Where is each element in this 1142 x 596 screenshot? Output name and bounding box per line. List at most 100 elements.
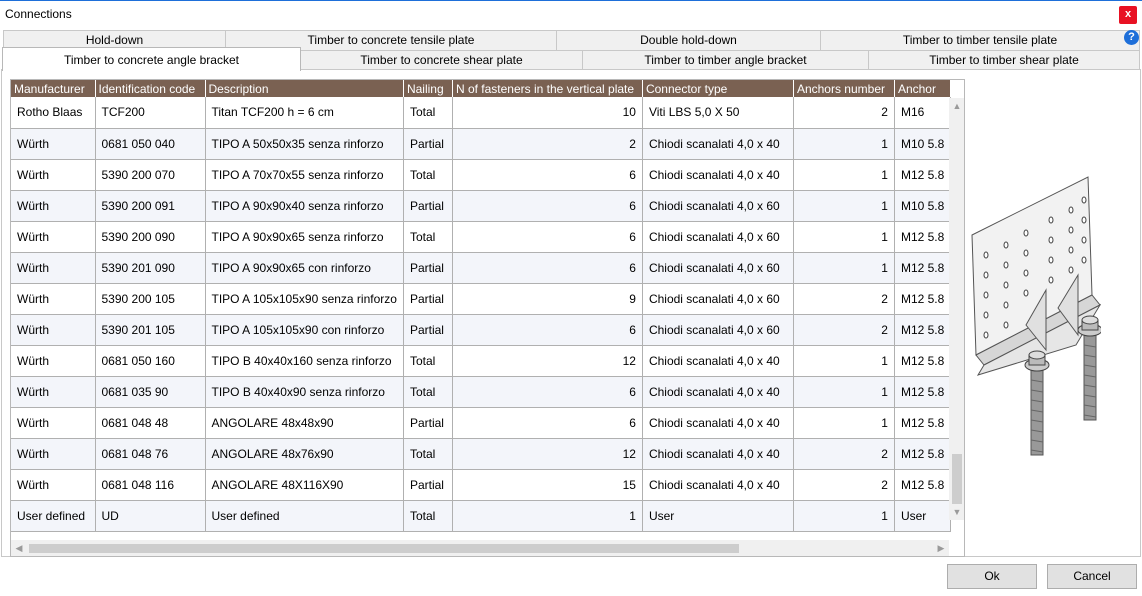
cell-anchor[interactable]: M12 5.8	[894, 221, 952, 253]
table-row[interactable]: User defined UD User defined Total 1 User 1 Use…	[11, 500, 952, 532]
cell-connector-type[interactable]: Chiodi scanalati 4,0 x 60	[642, 283, 794, 315]
cell-description[interactable]: TIPO B 40x40x160 senza rinforzo	[205, 345, 404, 377]
cell-anchors-number[interactable]: 2	[793, 438, 895, 470]
cell-manufacturer[interactable]: Würth	[11, 128, 96, 160]
cell-manufacturer[interactable]: Würth	[11, 314, 96, 346]
cell-anchor[interactable]: User	[894, 500, 952, 532]
cell-nailing[interactable]: Partial	[403, 252, 453, 284]
cell-nailing[interactable]: Partial	[403, 190, 453, 222]
table-row[interactable]: Würth 0681 050 160 TIPO B 40x40x160 senza …	[11, 345, 952, 377]
scroll-down-icon[interactable]: ▼	[949, 504, 964, 520]
cell-identification-code[interactable]: 0681 050 040	[95, 128, 206, 160]
cell-connector-type[interactable]: User	[642, 500, 794, 532]
cell-anchor[interactable]: M12 5.8	[894, 314, 952, 346]
scroll-up-icon[interactable]: ▲	[949, 98, 964, 114]
cell-manufacturer[interactable]: Würth	[11, 469, 96, 501]
cell-anchor[interactable]: M12 5.8	[894, 407, 952, 439]
cell-manufacturer[interactable]: User defined	[11, 500, 96, 532]
cell-nailing[interactable]: Total	[403, 376, 453, 408]
cell-description[interactable]: TIPO A 90x90x40 senza rinforzo	[205, 190, 404, 222]
cell-n-fasteners[interactable]: 6	[452, 314, 643, 346]
cell-connector-type[interactable]: Chiodi scanalati 4,0 x 40	[642, 345, 794, 377]
table-row[interactable]: Würth 5390 201 090 TIPO A 90x90x65 con rin…	[11, 252, 952, 284]
cell-n-fasteners[interactable]: 9	[452, 283, 643, 315]
cell-connector-type[interactable]: Chiodi scanalati 4,0 x 60	[642, 221, 794, 253]
cell-anchors-number[interactable]: 2	[793, 314, 895, 346]
cell-n-fasteners[interactable]: 6	[452, 221, 643, 253]
cell-nailing[interactable]: Total	[403, 500, 453, 532]
cell-connector-type[interactable]: Chiodi scanalati 4,0 x 40	[642, 407, 794, 439]
cell-anchor[interactable]: M16	[894, 97, 952, 129]
cell-nailing[interactable]: Total	[403, 221, 453, 253]
cell-connector-type[interactable]: Viti LBS 5,0 X 50	[642, 97, 794, 129]
cell-manufacturer[interactable]: Rotho Blaas	[11, 97, 96, 129]
table-row[interactable]: Würth 0681 048 48 ANGOLARE 48x48x90 Partial…	[11, 407, 952, 439]
cell-manufacturer[interactable]: Würth	[11, 438, 96, 470]
cell-manufacturer[interactable]: Würth	[11, 190, 96, 222]
cell-connector-type[interactable]: Chiodi scanalati 4,0 x 60	[642, 190, 794, 222]
cell-description[interactable]: ANGOLARE 48x76x90	[205, 438, 404, 470]
cell-nailing[interactable]: Partial	[403, 469, 453, 501]
cell-anchors-number[interactable]: 1	[793, 159, 895, 191]
cell-nailing[interactable]: Total	[403, 159, 453, 191]
cell-manufacturer[interactable]: Würth	[11, 283, 96, 315]
cell-anchor[interactable]: M10 5.8	[894, 190, 952, 222]
column-header-anchors-number[interactable]: Anchors number	[793, 80, 895, 97]
cell-anchor[interactable]: M12 5.8	[894, 252, 952, 284]
column-header-description[interactable]: Description	[205, 80, 404, 97]
cell-description[interactable]: ANGOLARE 48x48x90	[205, 407, 404, 439]
cell-identification-code[interactable]: UD	[95, 500, 206, 532]
scroll-right-icon[interactable]: ▶	[933, 540, 949, 556]
table-row[interactable]: Rotho Blaas TCF200 Titan TCF200 h = 6 cm To…	[11, 97, 952, 129]
cell-identification-code[interactable]: TCF200	[95, 97, 206, 129]
tab-timber-to-concrete-angle-bracket[interactable]: Timber to concrete angle bracket	[2, 47, 301, 71]
cell-description[interactable]: Titan TCF200 h = 6 cm	[205, 97, 404, 129]
cell-nailing[interactable]: Partial	[403, 283, 453, 315]
cell-description[interactable]: TIPO A 70x70x55 senza rinforzo	[205, 159, 404, 191]
column-header-identification-code[interactable]: Identification code	[95, 80, 206, 97]
cell-manufacturer[interactable]: Würth	[11, 221, 96, 253]
cell-connector-type[interactable]: Chiodi scanalati 4,0 x 60	[642, 314, 794, 346]
ok-button[interactable]: Ok	[947, 564, 1037, 589]
cell-n-fasteners[interactable]: 12	[452, 438, 643, 470]
help-icon[interactable]: ?	[1124, 30, 1139, 45]
cell-connector-type[interactable]: Chiodi scanalati 4,0 x 40	[642, 469, 794, 501]
cell-connector-type[interactable]: Chiodi scanalati 4,0 x 40	[642, 376, 794, 408]
cell-description[interactable]: TIPO A 50x50x35 senza rinforzo	[205, 128, 404, 160]
cell-n-fasteners[interactable]: 1	[452, 500, 643, 532]
cell-n-fasteners[interactable]: 12	[452, 345, 643, 377]
cell-connector-type[interactable]: Chiodi scanalati 4,0 x 40	[642, 128, 794, 160]
cell-description[interactable]: TIPO A 90x90x65 senza rinforzo	[205, 221, 404, 253]
cell-description[interactable]: TIPO A 105x105x90 senza rinforzo	[205, 283, 404, 315]
cell-identification-code[interactable]: 5390 200 091	[95, 190, 206, 222]
cell-description[interactable]: TIPO A 105x105x90 con rinforzo	[205, 314, 404, 346]
close-button[interactable]: x	[1119, 6, 1137, 24]
column-header-manufacturer[interactable]: Manufacturer	[11, 80, 96, 97]
tab-double-hold-down[interactable]: Double hold-down	[556, 30, 821, 50]
cell-identification-code[interactable]: 0681 035 90	[95, 376, 206, 408]
column-header-nailing[interactable]: Nailing	[403, 80, 453, 97]
cell-connector-type[interactable]: Chiodi scanalati 4,0 x 40	[642, 159, 794, 191]
tab-timber-to-timber-shear-plate[interactable]: Timber to timber shear plate	[868, 50, 1140, 70]
cell-anchor[interactable]: M12 5.8	[894, 376, 952, 408]
connections-grid[interactable]: Manufacturer Identification code Descrip…	[10, 79, 965, 557]
cell-manufacturer[interactable]: Würth	[11, 159, 96, 191]
cell-n-fasteners[interactable]: 15	[452, 469, 643, 501]
cell-manufacturer[interactable]: Würth	[11, 252, 96, 284]
horizontal-scrollbar[interactable]: ◀ ▶	[11, 540, 949, 556]
cell-anchor[interactable]: M12 5.8	[894, 283, 952, 315]
cell-identification-code[interactable]: 5390 201 105	[95, 314, 206, 346]
cell-anchors-number[interactable]: 1	[793, 500, 895, 532]
cell-identification-code[interactable]: 5390 200 105	[95, 283, 206, 315]
table-row[interactable]: Würth 5390 201 105 TIPO A 105x105x90 con r…	[11, 314, 952, 346]
vertical-scroll-thumb[interactable]	[952, 454, 962, 504]
cell-description[interactable]: TIPO A 90x90x65 con rinforzo	[205, 252, 404, 284]
cell-identification-code[interactable]: 0681 048 48	[95, 407, 206, 439]
cell-description[interactable]: User defined	[205, 500, 404, 532]
cell-nailing[interactable]: Total	[403, 97, 453, 129]
horizontal-scroll-thumb[interactable]	[29, 544, 739, 553]
cell-anchor[interactable]: M12 5.8	[894, 438, 952, 470]
table-row[interactable]: Würth 0681 048 116 ANGOLARE 48X116X90 Parti…	[11, 469, 952, 501]
cell-connector-type[interactable]: Chiodi scanalati 4,0 x 60	[642, 252, 794, 284]
cell-manufacturer[interactable]: Würth	[11, 345, 96, 377]
